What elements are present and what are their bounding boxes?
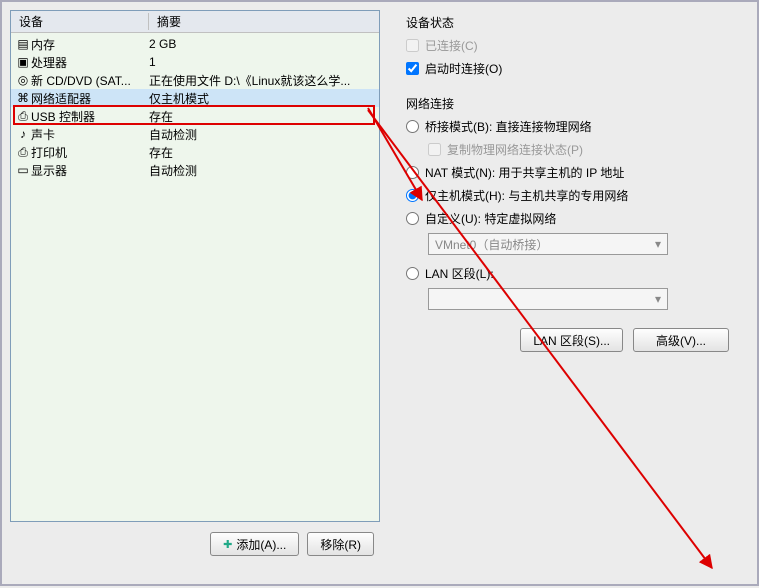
network-connection-group: 网络连接 桥接模式(B): 直接连接物理网络 复制物理网络连接状态(P) NAT…: [400, 95, 741, 310]
remove-button[interactable]: 移除(R): [307, 532, 374, 556]
device-name: 新 CD/DVD (SAT...: [31, 72, 149, 89]
lan-segment-label: LAN 区段(L):: [425, 265, 494, 282]
memory-icon: ▤: [15, 37, 31, 51]
remove-button-label: 移除(R): [320, 536, 361, 553]
cd-icon: ◎: [15, 73, 31, 87]
table-row[interactable]: ▤内存2 GB: [11, 35, 379, 53]
status-title: 设备状态: [406, 14, 741, 31]
advanced-label: 高级(V)...: [656, 332, 706, 349]
lan-segments-button[interactable]: LAN 区段(S)...: [520, 328, 623, 352]
left-buttons-row: 添加(A)... 移除(R): [10, 522, 380, 566]
device-name: 声卡: [31, 126, 149, 143]
vmnet-dropdown[interactable]: VMnet0（自动桥接） ▾: [428, 233, 668, 255]
chevron-down-icon: ▾: [655, 292, 661, 306]
plus-icon: [223, 537, 232, 551]
device-summary: 自动检测: [149, 126, 375, 143]
cpu-icon: ▣: [15, 55, 31, 69]
device-summary: 仅主机模式: [149, 90, 375, 107]
printer-icon: ⎙: [15, 145, 31, 160]
table-row[interactable]: ▣处理器1: [11, 53, 379, 71]
replicate-checkbox[interactable]: [428, 143, 441, 156]
display-icon: ▭: [15, 163, 31, 177]
chevron-down-icon: ▾: [655, 237, 661, 251]
connect-at-power-checkbox[interactable]: [406, 62, 419, 75]
lan-segments-label: LAN 区段(S)...: [533, 332, 610, 349]
col-summary: 摘要: [149, 13, 379, 30]
col-device: 设备: [11, 13, 149, 30]
device-name: 网络适配器: [31, 90, 149, 107]
device-name: 显示器: [31, 162, 149, 179]
advanced-button[interactable]: 高级(V)...: [633, 328, 729, 352]
nat-radio[interactable]: [406, 166, 419, 179]
add-button[interactable]: 添加(A)...: [210, 532, 299, 556]
network-title: 网络连接: [406, 95, 741, 112]
device-settings-pane: 设备状态 已连接(C) 启动时连接(O) 网络连接 桥接模式(B): 直接连接物…: [392, 10, 749, 566]
add-button-label: 添加(A)...: [236, 536, 286, 553]
device-summary: 自动检测: [149, 162, 375, 179]
device-status-group: 设备状态 已连接(C) 启动时连接(O): [400, 14, 741, 77]
device-summary: 正在使用文件 D:\《Linux就该这么学...: [149, 72, 375, 89]
table-row[interactable]: ♪声卡自动检测: [11, 125, 379, 143]
nat-label: NAT 模式(N): 用于共享主机的 IP 地址: [425, 164, 624, 181]
lan-segment-radio[interactable]: [406, 267, 419, 280]
device-summary: 2 GB: [149, 37, 375, 51]
hostonly-radio[interactable]: [406, 189, 419, 202]
sound-icon: ♪: [15, 127, 31, 141]
device-list: 设备 摘要 ▤内存2 GB▣处理器1◎新 CD/DVD (SAT...正在使用文…: [10, 10, 380, 522]
bridged-radio[interactable]: [406, 120, 419, 133]
table-row[interactable]: ⎙打印机存在: [11, 143, 379, 161]
device-name: USB 控制器: [31, 108, 149, 125]
table-row[interactable]: ▭显示器自动检测: [11, 161, 379, 179]
device-name: 内存: [31, 36, 149, 53]
device-name: 处理器: [31, 54, 149, 71]
bridged-label: 桥接模式(B): 直接连接物理网络: [425, 118, 592, 135]
connected-label: 已连接(C): [425, 37, 478, 54]
connect-at-power-label: 启动时连接(O): [425, 60, 502, 77]
usb-icon: ⎙: [15, 109, 31, 124]
connected-checkbox[interactable]: [406, 39, 419, 52]
hardware-left-pane: 设备 摘要 ▤内存2 GB▣处理器1◎新 CD/DVD (SAT...正在使用文…: [10, 10, 380, 566]
lan-segment-dropdown[interactable]: ▾: [428, 288, 668, 310]
list-header: 设备 摘要: [11, 11, 379, 33]
custom-label: 自定义(U): 特定虚拟网络: [425, 210, 556, 227]
custom-radio[interactable]: [406, 212, 419, 225]
replicate-label: 复制物理网络连接状态(P): [447, 141, 583, 158]
table-row[interactable]: ⎙USB 控制器存在: [11, 107, 379, 125]
network-icon: ⌘: [15, 91, 31, 105]
device-summary: 存在: [149, 144, 375, 161]
device-summary: 1: [149, 55, 375, 69]
table-row[interactable]: ⌘网络适配器仅主机模式: [11, 89, 379, 107]
table-row[interactable]: ◎新 CD/DVD (SAT...正在使用文件 D:\《Linux就该这么学..…: [11, 71, 379, 89]
right-buttons-row: LAN 区段(S)... 高级(V)...: [400, 328, 741, 352]
vmnet-selected: VMnet0（自动桥接）: [435, 236, 548, 253]
hostonly-label: 仅主机模式(H): 与主机共享的专用网络: [425, 187, 628, 204]
device-summary: 存在: [149, 108, 375, 125]
device-name: 打印机: [31, 144, 149, 161]
